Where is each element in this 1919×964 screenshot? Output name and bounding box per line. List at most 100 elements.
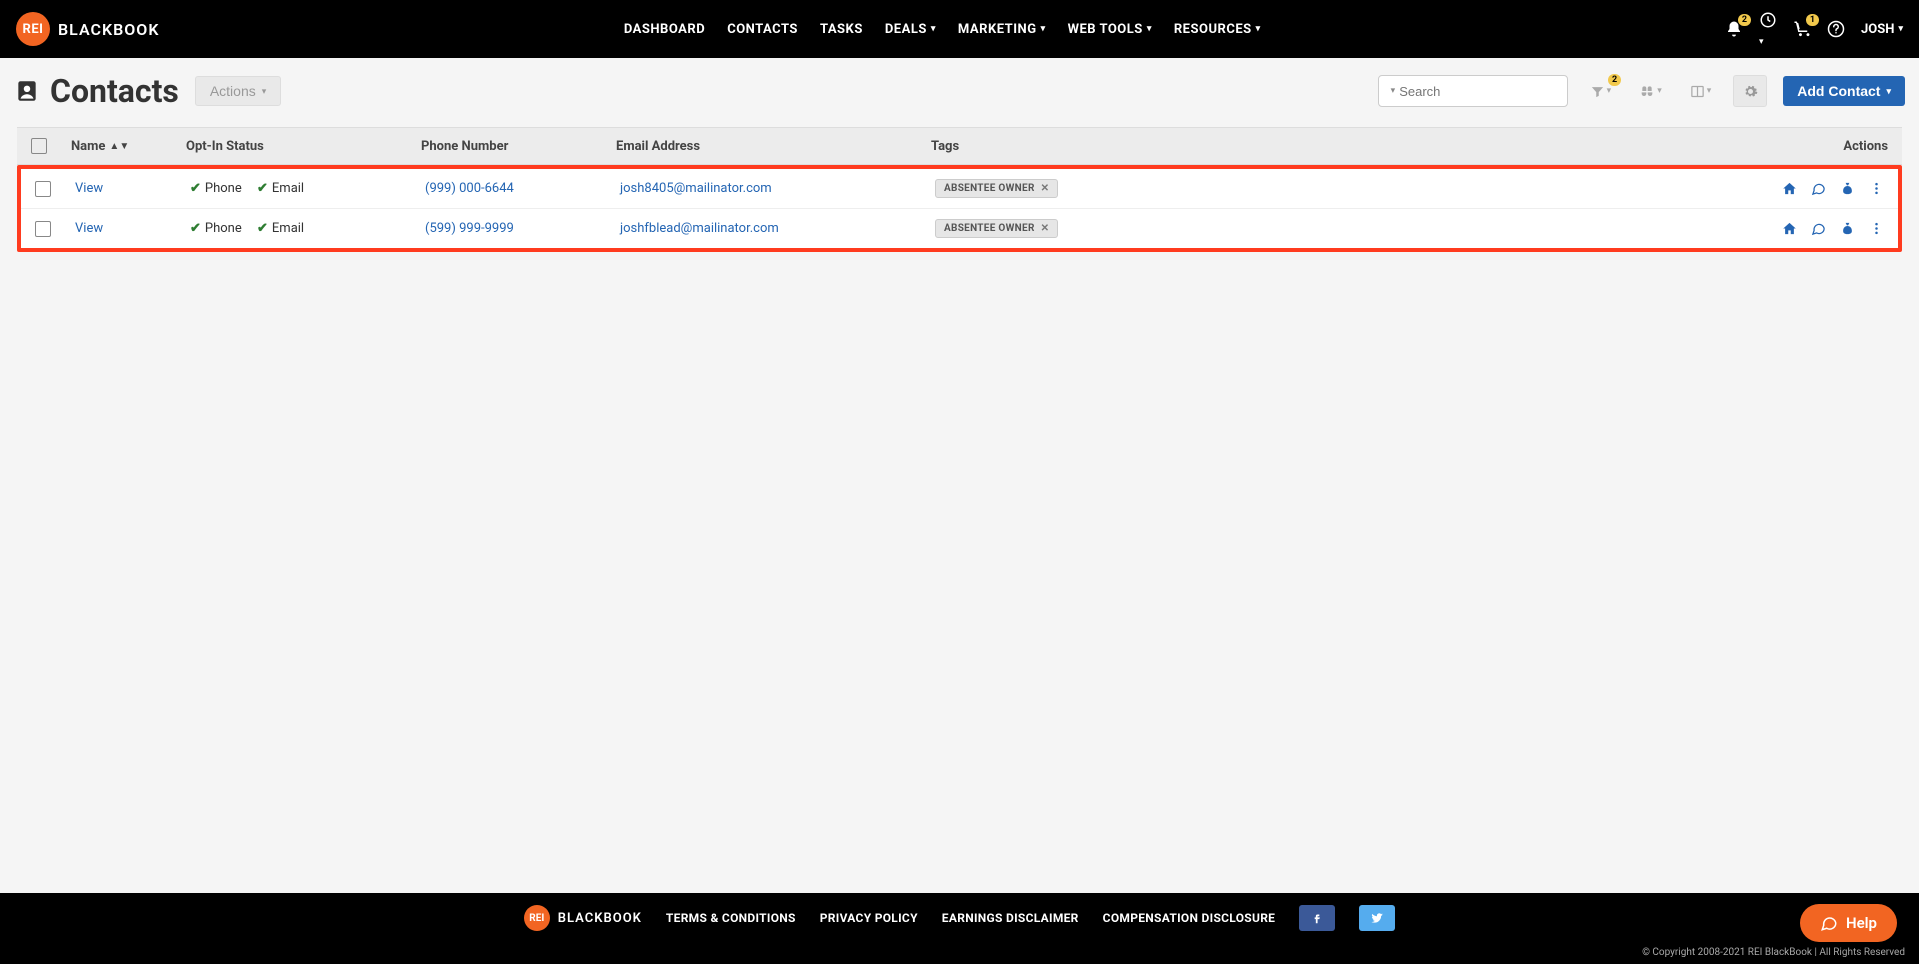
gear-icon xyxy=(1743,84,1758,99)
actions-dropdown[interactable]: Actions ▾ xyxy=(195,76,281,106)
tag-remove-icon[interactable]: ✕ xyxy=(1041,183,1050,194)
filter-button[interactable]: ▾ 2 xyxy=(1584,80,1618,103)
help-widget[interactable]: Help xyxy=(1800,904,1897,942)
dots-vertical-icon xyxy=(1869,181,1884,196)
tag-remove-icon[interactable]: ✕ xyxy=(1041,223,1050,234)
chevron-down-icon: ▾ xyxy=(1707,86,1712,96)
tag-pill: ABSENTEE OWNER ✕ xyxy=(935,219,1058,238)
search-box[interactable]: ▾ xyxy=(1378,75,1568,107)
page-title: Contacts xyxy=(50,72,179,110)
binoculars-button[interactable]: ▾ xyxy=(1633,79,1668,103)
check-icon: ✔ xyxy=(257,221,268,236)
optin-email: ✔Email xyxy=(257,181,304,196)
highlighted-rows: View ✔Phone ✔Email (999) 000-6644 josh84… xyxy=(17,165,1902,252)
cart-button[interactable]: 1 xyxy=(1793,20,1811,38)
filter-icon xyxy=(1590,84,1605,99)
brand-logo[interactable]: REI BLACKBOOK xyxy=(16,12,159,46)
chevron-down-icon: ▾ xyxy=(1657,86,1662,96)
table-row: View ✔Phone ✔Email (999) 000-6644 josh84… xyxy=(21,169,1898,209)
row-checkbox[interactable] xyxy=(35,181,51,197)
footer-link-compensation[interactable]: COMPENSATION DISCLOSURE xyxy=(1103,911,1276,925)
notifications-button[interactable]: 2 xyxy=(1725,20,1743,38)
cart-badge: 1 xyxy=(1806,14,1819,26)
nav-contacts[interactable]: CONTACTS xyxy=(727,22,798,37)
dots-vertical-icon xyxy=(1869,221,1884,236)
table-header-row: Name▲▼ Opt-In Status Phone Number Email … xyxy=(17,127,1902,165)
optin-label: Email xyxy=(272,221,304,236)
nav-resources[interactable]: RESOURCES▾ xyxy=(1174,22,1261,37)
tag-label: ABSENTEE OWNER xyxy=(944,183,1035,194)
chevron-down-icon: ▾ xyxy=(1886,86,1891,97)
settings-button[interactable] xyxy=(1733,75,1767,107)
select-all-checkbox[interactable] xyxy=(31,138,47,154)
home-icon xyxy=(1782,221,1797,236)
nav-web-tools[interactable]: WEB TOOLS▾ xyxy=(1068,22,1152,37)
chevron-down-icon: ▾ xyxy=(1759,37,1764,47)
phone-link[interactable]: (599) 999-9999 xyxy=(425,221,514,236)
search-input[interactable] xyxy=(1399,84,1575,99)
nav-links: DASHBOARD CONTACTS TASKS DEALS▾ MARKETIN… xyxy=(624,22,1261,37)
chevron-down-icon: ▾ xyxy=(1898,24,1903,34)
header-label: Name xyxy=(71,139,105,154)
chevron-down-icon: ▾ xyxy=(1256,24,1261,34)
help-button[interactable] xyxy=(1827,20,1845,38)
col-header-actions: Actions xyxy=(1758,139,1888,154)
more-action-icon[interactable] xyxy=(1869,221,1884,236)
phone-link[interactable]: (999) 000-6644 xyxy=(425,181,514,196)
nav-dashboard[interactable]: DASHBOARD xyxy=(624,22,705,37)
contacts-table: Name▲▼ Opt-In Status Phone Number Email … xyxy=(14,124,1905,255)
page-toolbar: Contacts Actions ▾ ▾ ▾ 2 ▾ ▾ Add Contact… xyxy=(0,58,1919,116)
home-action-icon[interactable] xyxy=(1782,181,1797,196)
tag-label: ABSENTEE OWNER xyxy=(944,223,1035,234)
col-header-tags: Tags xyxy=(931,139,1758,154)
optin-phone: ✔Phone xyxy=(190,181,242,196)
money-bag-icon xyxy=(1840,181,1855,196)
twitter-button[interactable] xyxy=(1359,905,1395,931)
notif-badge: 2 xyxy=(1738,14,1751,26)
email-link[interactable]: josh8405@mailinator.com xyxy=(620,181,772,196)
email-link[interactable]: joshfblead@mailinator.com xyxy=(620,221,779,236)
more-action-icon[interactable] xyxy=(1869,181,1884,196)
timer-button[interactable]: ▾ xyxy=(1759,11,1777,48)
nav-label: MARKETING xyxy=(958,22,1037,37)
check-icon: ✔ xyxy=(190,181,201,196)
contacts-icon xyxy=(14,78,40,104)
footer-top: REI BLACKBOOK TERMS & CONDITIONS PRIVACY… xyxy=(0,893,1919,943)
nav-tasks[interactable]: TASKS xyxy=(820,22,863,37)
top-nav: REI BLACKBOOK DASHBOARD CONTACTS TASKS D… xyxy=(0,0,1919,58)
binoculars-icon xyxy=(1639,83,1655,99)
message-action-icon[interactable] xyxy=(1811,181,1826,196)
add-contact-label: Add Contact xyxy=(1797,83,1880,99)
view-link[interactable]: View xyxy=(75,181,103,196)
col-header-optin: Opt-In Status xyxy=(186,139,421,154)
facebook-button[interactable] xyxy=(1299,905,1335,931)
brand-badge: REI xyxy=(16,12,50,46)
footer-logo[interactable]: REI BLACKBOOK xyxy=(524,905,642,931)
chevron-down-icon: ▾ xyxy=(1391,86,1396,96)
home-icon xyxy=(1782,181,1797,196)
columns-button[interactable]: ▾ xyxy=(1684,80,1718,103)
check-icon: ✔ xyxy=(257,181,268,196)
money-bag-icon xyxy=(1840,221,1855,236)
view-link[interactable]: View xyxy=(75,221,103,236)
row-checkbox[interactable] xyxy=(35,221,51,237)
footer-link-earnings[interactable]: EARNINGS DISCLAIMER xyxy=(942,911,1079,925)
page-title-wrap: Contacts xyxy=(14,72,179,110)
user-menu[interactable]: JOSH ▾ xyxy=(1861,22,1903,37)
add-contact-button[interactable]: Add Contact ▾ xyxy=(1783,76,1905,106)
footer-link-terms[interactable]: TERMS & CONDITIONS xyxy=(666,911,796,925)
col-header-phone: Phone Number xyxy=(421,139,616,154)
col-header-name[interactable]: Name▲▼ xyxy=(71,139,186,154)
home-action-icon[interactable] xyxy=(1782,221,1797,236)
clock-icon xyxy=(1759,11,1777,29)
footer-link-privacy[interactable]: PRIVACY POLICY xyxy=(820,911,918,925)
nav-deals[interactable]: DEALS▾ xyxy=(885,22,936,37)
bag-action-icon[interactable] xyxy=(1840,181,1855,196)
actions-label: Actions xyxy=(210,83,256,99)
nav-marketing[interactable]: MARKETING▾ xyxy=(958,22,1046,37)
nav-label: DASHBOARD xyxy=(624,22,705,37)
message-action-icon[interactable] xyxy=(1811,221,1826,236)
footer-brand-badge: REI xyxy=(524,905,550,931)
nav-label: DEALS xyxy=(885,22,927,37)
bag-action-icon[interactable] xyxy=(1840,221,1855,236)
